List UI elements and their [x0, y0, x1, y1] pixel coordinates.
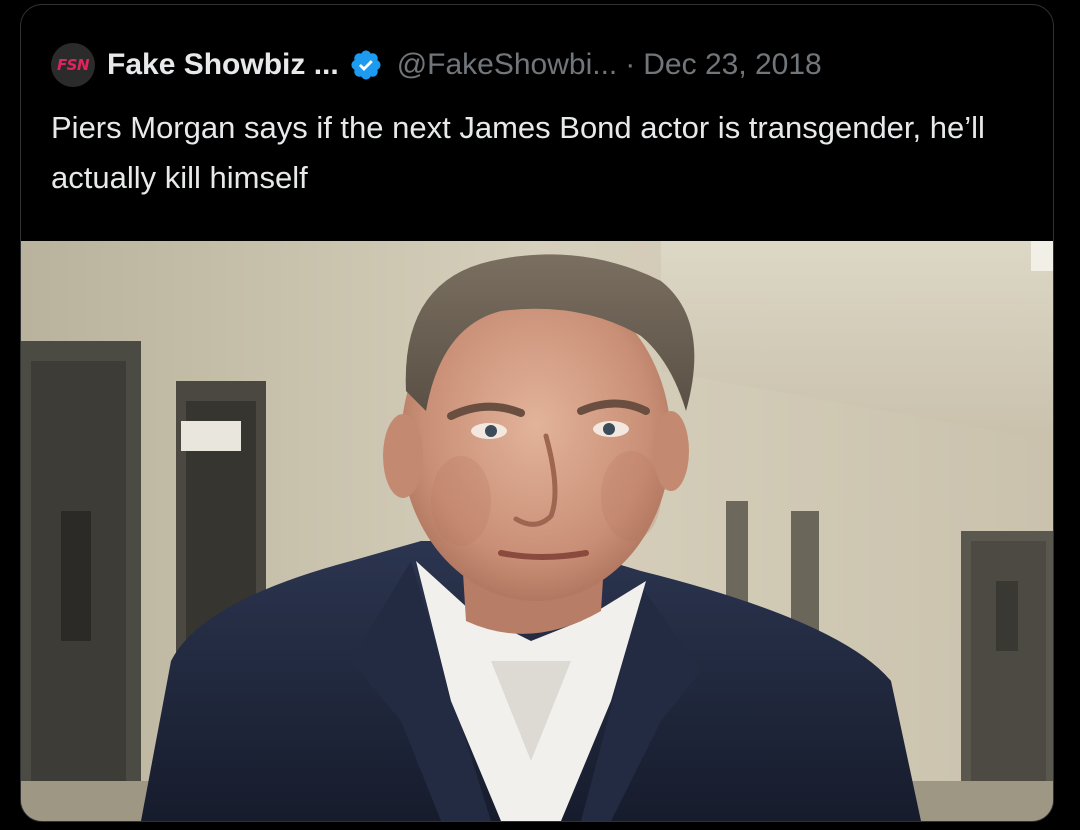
- tweet-header: FSN Fake Showbiz ... @FakeShowbi... · De…: [51, 43, 822, 87]
- tweet-date[interactable]: Dec 23, 2018: [643, 48, 821, 82]
- verified-badge-icon: [349, 48, 383, 82]
- photo-illustration: [21, 241, 1053, 821]
- tweet-text: Piers Morgan says if the next James Bond…: [51, 110, 985, 195]
- user-handle[interactable]: @FakeShowbi...: [397, 48, 618, 82]
- tweet-media-photo[interactable]: [21, 241, 1053, 821]
- header-separator: ·: [625, 48, 636, 81]
- avatar[interactable]: FSN: [51, 43, 95, 87]
- display-name[interactable]: Fake Showbiz ...: [107, 48, 339, 82]
- tweet-card[interactable]: FSN Fake Showbiz ... @FakeShowbi... · De…: [20, 4, 1054, 822]
- avatar-logo-text: FSN: [56, 56, 90, 74]
